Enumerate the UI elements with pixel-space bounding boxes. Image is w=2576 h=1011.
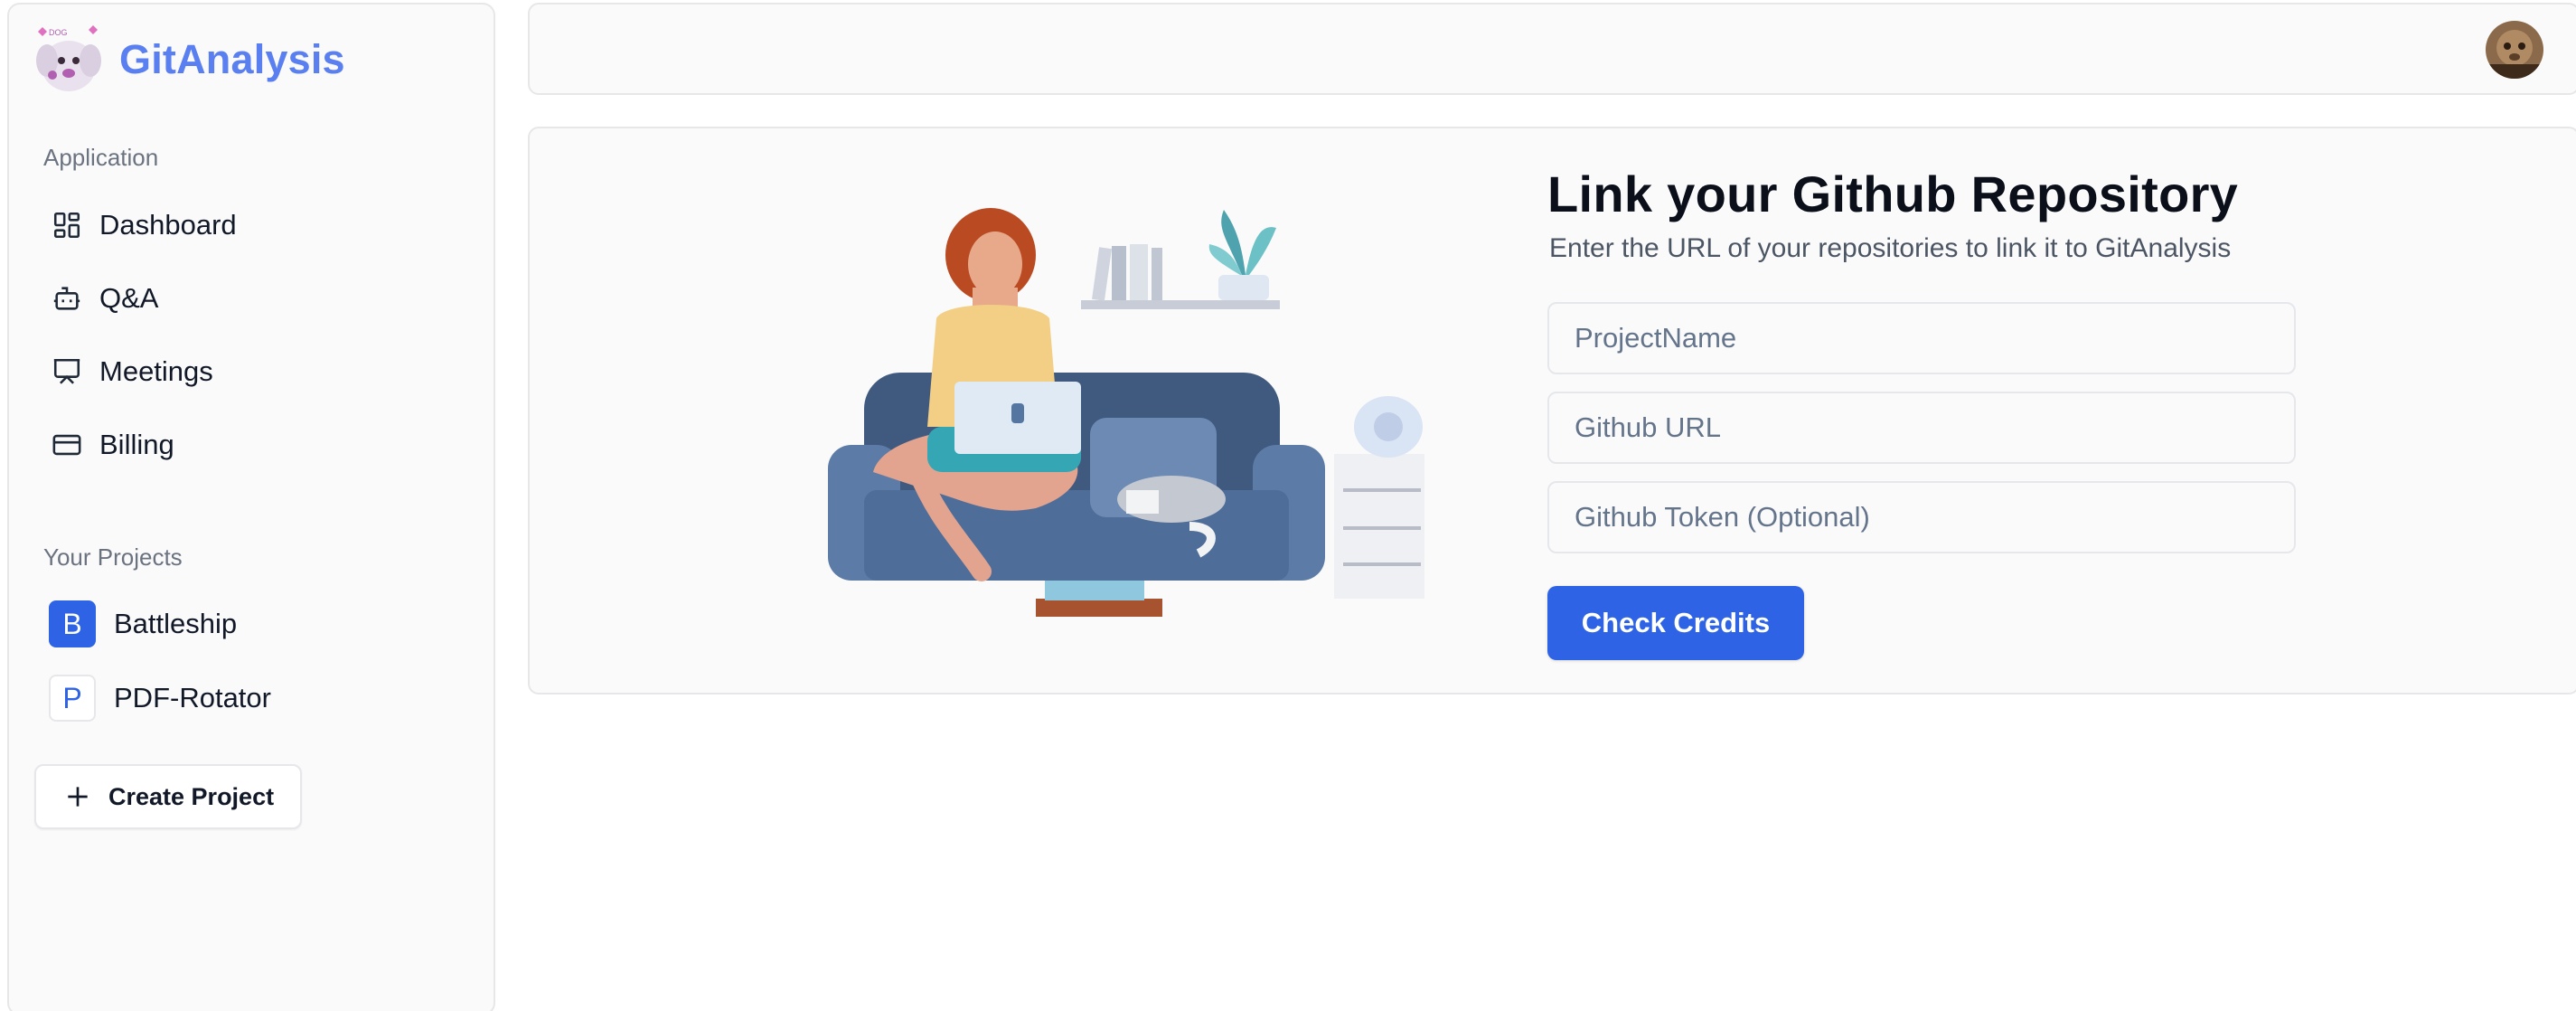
plus-icon: [68, 787, 88, 807]
sidebar-item-meetings[interactable]: Meetings: [36, 343, 479, 401]
brand[interactable]: DOG GitAnalysis: [29, 21, 345, 99]
sidebar: DOG GitAnalysis Application Dashboard Q&…: [7, 3, 495, 1011]
page-title: Link your Github Repository: [1547, 165, 2239, 222]
top-bar: [528, 3, 2576, 95]
create-project-label: Create Project: [108, 782, 275, 810]
check-credits-button[interactable]: Check Credits: [1547, 586, 1804, 660]
svg-text:DOG: DOG: [49, 28, 68, 37]
create-project-button[interactable]: Create Project: [34, 764, 302, 829]
sidebar-item-label: Billing: [99, 429, 174, 460]
link-repository-card: Link your Github Repository Enter the UR…: [528, 127, 2576, 694]
project-item-pdf-rotator[interactable]: P PDF-Rotator: [36, 668, 479, 728]
project-name: Battleship: [114, 608, 238, 639]
credit-card-icon: [49, 427, 85, 463]
application-group-label: Application: [43, 144, 159, 171]
project-initial-badge: P: [49, 675, 96, 722]
presentation-icon: [49, 354, 85, 390]
bot-icon: [49, 280, 85, 317]
sidebar-item-label: Dashboard: [99, 209, 237, 241]
sidebar-item-label: Q&A: [99, 282, 159, 314]
sidebar-item-label: Meetings: [99, 355, 213, 387]
sidebar-item-qa[interactable]: Q&A: [36, 269, 479, 327]
sidebar-item-dashboard[interactable]: Dashboard: [36, 196, 479, 254]
sidebar-item-billing[interactable]: Billing: [36, 416, 479, 474]
user-avatar[interactable]: [2486, 21, 2543, 79]
github-token-input[interactable]: [1547, 481, 2296, 553]
project-initial-badge: B: [49, 600, 96, 647]
dashboard-icon: [49, 207, 85, 243]
person-on-couch-illustration: [828, 208, 1424, 617]
project-item-battleship[interactable]: B Battleship: [36, 594, 479, 654]
page-subtitle: Enter the URL of your repositories to li…: [1549, 233, 2232, 263]
github-url-input[interactable]: [1547, 392, 2296, 464]
projects-group-label: Your Projects: [43, 543, 183, 571]
project-name-input[interactable]: [1547, 302, 2296, 374]
project-name: PDF-Rotator: [114, 682, 271, 713]
dog-logo-icon: DOG: [36, 25, 101, 91]
app-name: GitAnalysis: [119, 36, 345, 82]
